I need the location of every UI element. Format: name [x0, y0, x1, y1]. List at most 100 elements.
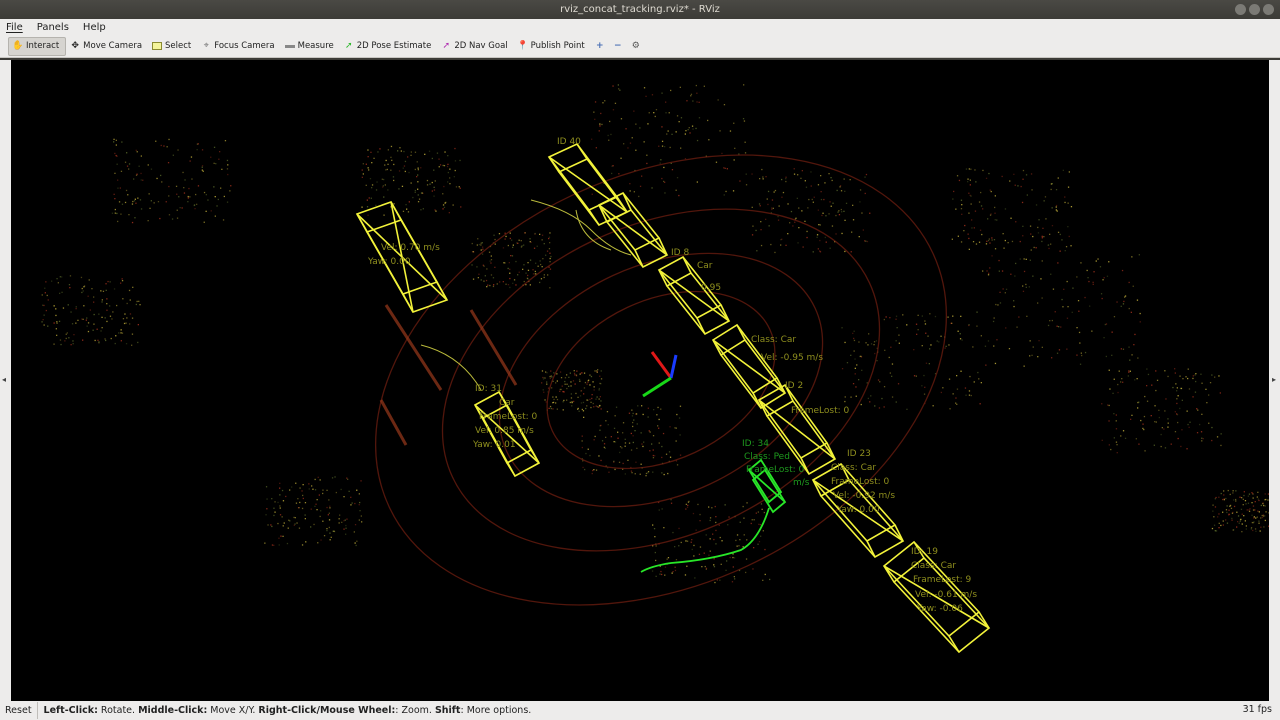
focus-camera-tool-button[interactable]: ⌖ Focus Camera — [197, 37, 280, 56]
publish-point-tool-button[interactable]: 📍 Publish Point — [514, 37, 591, 56]
point — [1066, 317, 1069, 319]
point — [43, 314, 45, 316]
point — [696, 92, 698, 94]
nav-goal-tool-button[interactable]: ➚ 2D Nav Goal — [437, 37, 513, 56]
point — [1017, 185, 1019, 187]
point — [780, 244, 782, 246]
maximize-button[interactable] — [1249, 4, 1260, 15]
point — [507, 284, 510, 286]
move-camera-tool-button[interactable]: ✥ Move Camera — [66, 37, 148, 56]
select-tool-button[interactable]: Select — [148, 37, 197, 56]
point — [589, 398, 591, 401]
right-dock-collapse[interactable]: ▸ — [1269, 60, 1280, 701]
point — [1195, 373, 1197, 375]
point — [417, 201, 420, 203]
point — [810, 171, 812, 173]
point — [984, 345, 987, 347]
point — [286, 542, 289, 545]
point — [1120, 435, 1122, 437]
point — [994, 248, 997, 250]
point — [414, 168, 416, 171]
3d-render-viewport[interactable]: ID 40 Vel: 0.70 m/s Yaw: 0.00 Car ID 8 0… — [11, 60, 1269, 701]
point — [692, 512, 695, 515]
point — [699, 520, 701, 522]
point — [277, 522, 279, 525]
point — [655, 575, 657, 577]
point — [67, 304, 69, 306]
point — [878, 407, 881, 409]
point — [216, 205, 218, 207]
point — [1044, 196, 1047, 198]
point — [646, 154, 648, 156]
left-dock-collapse[interactable]: ◂ — [0, 60, 11, 701]
point — [620, 118, 623, 120]
point — [80, 276, 83, 279]
point — [302, 484, 304, 486]
point — [548, 407, 550, 409]
point — [55, 314, 57, 317]
point — [283, 522, 285, 524]
point — [818, 224, 820, 226]
point — [1219, 392, 1221, 394]
point — [1028, 286, 1030, 288]
crosshair-icon: ⌖ — [203, 41, 209, 51]
point — [338, 518, 340, 520]
point — [574, 374, 576, 376]
point — [598, 130, 600, 132]
tool-properties-button[interactable]: ⚙ — [627, 37, 645, 56]
point — [1187, 368, 1189, 370]
point — [345, 533, 347, 535]
point — [549, 268, 552, 270]
point — [684, 133, 686, 135]
point — [1218, 527, 1220, 529]
pose-estimate-tool-button[interactable]: ➚ 2D Pose Estimate — [340, 37, 438, 56]
point — [891, 375, 893, 377]
point — [883, 386, 886, 388]
point — [104, 317, 106, 319]
point — [829, 247, 831, 249]
close-button[interactable] — [1263, 4, 1274, 15]
fps-counter: 31 fps — [1242, 704, 1272, 715]
point — [201, 169, 203, 171]
point — [382, 185, 384, 187]
point — [1060, 326, 1062, 328]
point — [617, 431, 619, 433]
point — [661, 140, 664, 142]
point — [298, 527, 301, 529]
point — [771, 199, 774, 201]
point — [93, 313, 95, 316]
point — [751, 206, 753, 208]
point — [632, 412, 634, 415]
point — [329, 532, 331, 534]
measure-tool-button[interactable]: Measure — [281, 37, 340, 56]
point — [559, 390, 561, 392]
menu-file[interactable]: File — [4, 22, 25, 33]
point — [1061, 298, 1063, 301]
point — [874, 352, 876, 355]
point — [750, 522, 752, 525]
point — [772, 207, 774, 209]
point — [65, 337, 67, 340]
remove-tool-button[interactable]: − — [609, 37, 627, 56]
menu-help[interactable]: Help — [81, 22, 108, 33]
point — [1022, 178, 1024, 180]
point — [62, 307, 65, 309]
reset-button[interactable]: Reset — [0, 702, 38, 719]
point — [1232, 492, 1234, 494]
point — [1055, 206, 1057, 208]
menu-panels[interactable]: Panels — [35, 22, 71, 33]
point — [609, 120, 611, 123]
minimize-button[interactable] — [1235, 4, 1246, 15]
point — [603, 446, 605, 448]
point — [709, 519, 711, 522]
point — [521, 245, 523, 247]
point — [994, 219, 996, 221]
point — [969, 179, 971, 181]
add-tool-button[interactable]: + — [591, 37, 609, 56]
point — [1167, 426, 1169, 428]
point — [1258, 520, 1260, 522]
interact-tool-button[interactable]: ✋ Interact — [8, 36, 67, 56]
point — [659, 573, 661, 575]
point — [721, 152, 723, 155]
point — [1223, 494, 1225, 496]
